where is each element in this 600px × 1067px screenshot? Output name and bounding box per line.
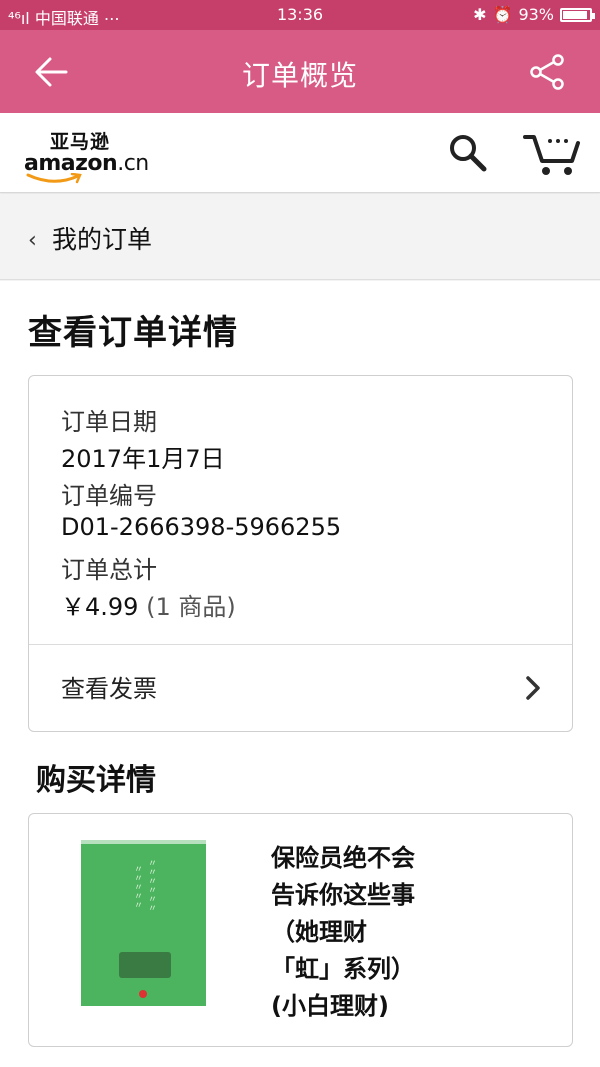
item-title-line: 保险员绝不会 (271, 844, 415, 872)
item-title-line: 告诉你这些事 (271, 881, 415, 909)
status-bar: ⁴⁶ıl 中国联通 ⋯ 13:36 ✱ ⏰ 93% (0, 0, 600, 30)
order-number-label: 订单编号 (61, 482, 157, 510)
purchase-details-heading: 购买详情 (36, 763, 156, 798)
battery-icon (560, 7, 595, 22)
bluetooth-icon: ✱ (473, 5, 487, 24)
app-bar-title: 订单概览 (241, 59, 358, 92)
order-summary-card: 订单日期 2017年1月7日 订单编号 D01-2666398-5966255 … (28, 375, 573, 732)
item-title[interactable]: 保险员绝不会 告诉你这些事 （她理财 「虹」系列） (小白理财) (271, 840, 491, 1025)
logo-suffix: .cn (117, 151, 149, 176)
smile-icon (26, 173, 82, 184)
item-title-line: （她理财 (271, 918, 367, 946)
cart-icon[interactable] (522, 129, 582, 177)
book-cover-image[interactable]: 〃〃〃〃〃〃 〃〃〃〃〃 (81, 840, 206, 1006)
view-invoice-row[interactable]: 查看发票 (29, 645, 572, 732)
app-bar: 订单概览 (0, 30, 600, 113)
item-title-line: 「虹」系列） (271, 955, 415, 983)
order-date-label: 订单日期 (61, 408, 157, 436)
view-invoice-label: 查看发票 (61, 675, 157, 703)
battery-percent: 93% (518, 5, 554, 24)
chevron-right-icon (526, 676, 540, 700)
share-icon[interactable] (528, 52, 568, 92)
page-title: 查看订单详情 (28, 313, 238, 353)
order-total-label: 订单总计 (61, 556, 157, 584)
item-title-line: (小白理财) (271, 992, 389, 1020)
order-total-value: ￥4.99 (61, 593, 139, 621)
cover-illustration (119, 952, 171, 978)
amazon-header: 亚马逊 amazon.cn (0, 113, 600, 193)
cover-decoration: 〃〃〃〃〃〃 (146, 858, 156, 912)
amazon-logo[interactable]: 亚马逊 amazon.cn (24, 127, 154, 184)
chevron-left-icon: ‹ (28, 228, 37, 253)
status-right: ✱ ⏰ 93% (473, 5, 595, 24)
breadcrumb[interactable]: ‹ 我的订单 (0, 194, 600, 280)
breadcrumb-label[interactable]: 我的订单 (52, 220, 152, 256)
battery-fill (563, 10, 588, 19)
cover-logo (139, 990, 147, 998)
order-date-value: 2017年1月7日 (61, 445, 225, 473)
order-item-count: (1 商品) (146, 593, 236, 621)
order-number-value: D01-2666398-5966255 (61, 513, 342, 541)
logo-cn-text: 亚马逊 (50, 131, 111, 153)
alarm-icon: ⏰ (492, 5, 513, 24)
order-total: ￥4.99 (1 商品) (61, 587, 236, 622)
main-content: 查看订单详情 订单日期 2017年1月7日 订单编号 D01-2666398-5… (0, 281, 600, 1067)
search-icon[interactable] (446, 131, 490, 175)
purchase-item-card[interactable]: 〃〃〃〃〃〃 〃〃〃〃〃 保险员绝不会 告诉你这些事 （她理财 「虹」系列） (… (28, 813, 573, 1047)
cover-decoration: 〃〃〃〃〃 (132, 864, 142, 909)
cover-band (81, 840, 206, 844)
